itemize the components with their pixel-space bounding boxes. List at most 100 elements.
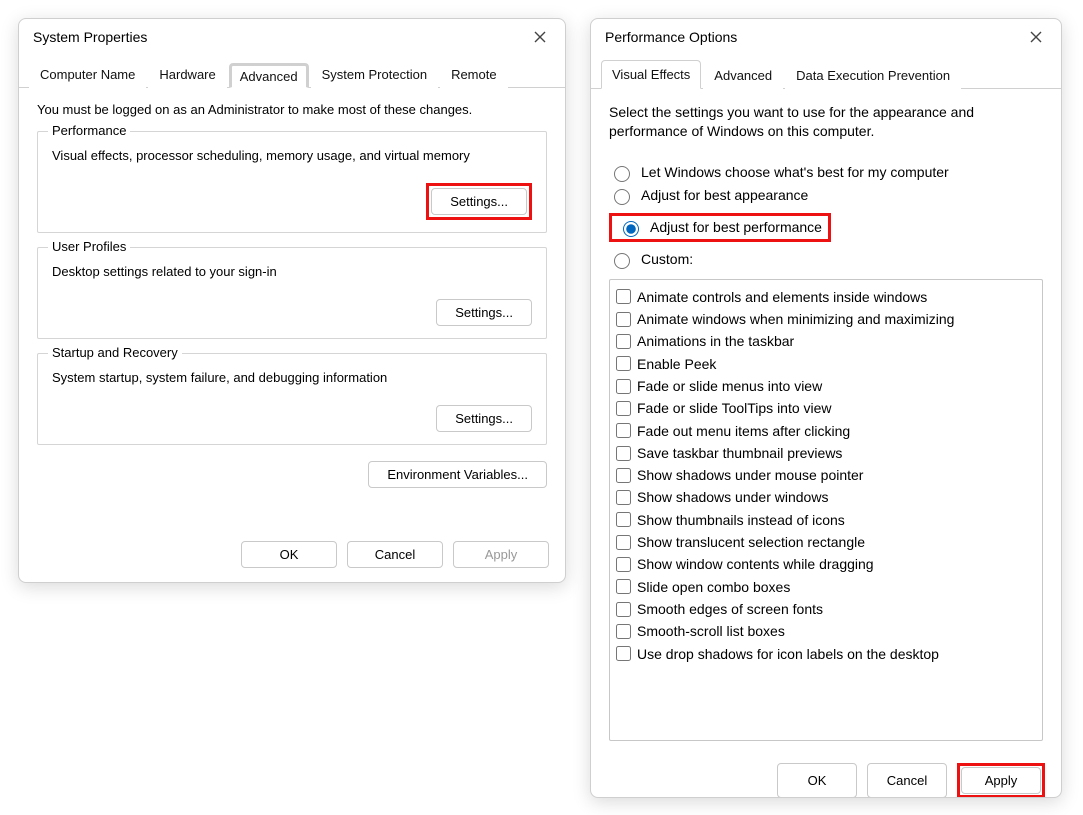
check-label: Fade or slide menus into view xyxy=(637,376,822,396)
radio-label: Adjust for best appearance xyxy=(641,187,808,203)
profiles-settings-button[interactable]: Settings... xyxy=(436,299,532,326)
checkbox-input[interactable] xyxy=(616,334,631,349)
po-cancel-button[interactable]: Cancel xyxy=(867,763,947,798)
check-label: Show window contents while dragging xyxy=(637,554,874,574)
checkbox-input[interactable] xyxy=(616,535,631,550)
check-option[interactable]: Animate windows when minimizing and maxi… xyxy=(616,308,1036,330)
radio-label: Adjust for best performance xyxy=(650,219,822,235)
check-label: Show shadows under windows xyxy=(637,487,828,507)
sp-content: You must be logged on as an Administrato… xyxy=(19,88,565,529)
radio-input[interactable] xyxy=(614,166,630,182)
check-option[interactable]: Enable Peek xyxy=(616,353,1036,375)
checkbox-input[interactable] xyxy=(616,356,631,371)
radio-option[interactable]: Let Windows choose what's best for my co… xyxy=(609,163,1043,182)
check-option[interactable]: Save taskbar thumbnail previews xyxy=(616,442,1036,464)
check-label: Fade out menu items after clicking xyxy=(637,421,850,441)
check-label: Show translucent selection rectangle xyxy=(637,532,865,552)
checkbox-input[interactable] xyxy=(616,512,631,527)
desc-startup: System startup, system failure, and debu… xyxy=(52,370,532,387)
radio-group: Let Windows choose what's best for my co… xyxy=(609,159,1043,273)
group-user-profiles: User Profiles Desktop settings related t… xyxy=(37,247,547,339)
check-label: Animate controls and elements inside win… xyxy=(637,287,927,307)
sp-cancel-button[interactable]: Cancel xyxy=(347,541,443,568)
performance-options-dialog: Performance Options Visual Effects Advan… xyxy=(590,18,1062,798)
radio-label: Custom: xyxy=(641,251,693,267)
desc-performance: Visual effects, processor scheduling, me… xyxy=(52,148,532,165)
tab-advanced[interactable]: Advanced xyxy=(229,63,309,88)
radio-input[interactable] xyxy=(623,221,639,237)
tab-computer-name[interactable]: Computer Name xyxy=(29,60,146,88)
po-tab-row: Visual Effects Advanced Data Execution P… xyxy=(591,59,1061,89)
checkbox-input[interactable] xyxy=(616,423,631,438)
tab-po-advanced[interactable]: Advanced xyxy=(703,61,783,89)
checkbox-input[interactable] xyxy=(616,289,631,304)
check-option[interactable]: Show thumbnails instead of icons xyxy=(616,509,1036,531)
check-option[interactable]: Show translucent selection rectangle xyxy=(616,531,1036,553)
checkbox-input[interactable] xyxy=(616,468,631,483)
group-startup-recovery: Startup and Recovery System startup, sys… xyxy=(37,353,547,445)
checkbox-input[interactable] xyxy=(616,446,631,461)
performance-settings-button[interactable]: Settings... xyxy=(431,188,527,215)
radio-input[interactable] xyxy=(614,253,630,269)
sp-ok-button[interactable]: OK xyxy=(241,541,337,568)
check-label: Enable Peek xyxy=(637,354,716,374)
sp-titlebar: System Properties xyxy=(19,19,565,55)
check-label: Fade or slide ToolTips into view xyxy=(637,398,832,418)
check-option[interactable]: Slide open combo boxes xyxy=(616,576,1036,598)
legend-performance: Performance xyxy=(48,123,130,138)
checkbox-input[interactable] xyxy=(616,401,631,416)
radio-input[interactable] xyxy=(614,189,630,205)
sp-apply-button[interactable]: Apply xyxy=(453,541,549,568)
checkbox-input[interactable] xyxy=(616,646,631,661)
group-performance: Performance Visual effects, processor sc… xyxy=(37,131,547,233)
checkbox-input[interactable] xyxy=(616,557,631,572)
startup-settings-button[interactable]: Settings... xyxy=(436,405,532,432)
tab-remote[interactable]: Remote xyxy=(440,60,508,88)
checkbox-input[interactable] xyxy=(616,312,631,327)
sp-title: System Properties xyxy=(33,29,147,45)
sp-bottom-buttons: OK Cancel Apply xyxy=(19,529,565,582)
checkbox-input[interactable] xyxy=(616,602,631,617)
po-apply-button[interactable]: Apply xyxy=(961,767,1041,794)
check-option[interactable]: Fade or slide menus into view xyxy=(616,375,1036,397)
desc-profiles: Desktop settings related to your sign-in xyxy=(52,264,532,281)
legend-profiles: User Profiles xyxy=(48,239,130,254)
check-option[interactable]: Animate controls and elements inside win… xyxy=(616,286,1036,308)
po-ok-button[interactable]: OK xyxy=(777,763,857,798)
check-option[interactable]: Show shadows under mouse pointer xyxy=(616,464,1036,486)
check-option[interactable]: Use drop shadows for icon labels on the … xyxy=(616,643,1036,665)
check-option[interactable]: Fade or slide ToolTips into view xyxy=(616,397,1036,419)
sp-tab-row: Computer Name Hardware Advanced System P… xyxy=(19,59,565,88)
checkbox-input[interactable] xyxy=(616,490,631,505)
tab-dep[interactable]: Data Execution Prevention xyxy=(785,61,961,89)
tab-visual-effects[interactable]: Visual Effects xyxy=(601,60,701,89)
environment-variables-button[interactable]: Environment Variables... xyxy=(368,461,547,488)
check-label: Use drop shadows for icon labels on the … xyxy=(637,644,939,664)
radio-option[interactable]: Adjust for best performance xyxy=(609,213,831,242)
check-label: Show shadows under mouse pointer xyxy=(637,465,863,485)
radio-option[interactable]: Adjust for best appearance xyxy=(609,186,1043,205)
check-label: Show thumbnails instead of icons xyxy=(637,510,845,530)
radio-option[interactable]: Custom: xyxy=(609,250,1043,269)
check-option[interactable]: Fade out menu items after clicking xyxy=(616,420,1036,442)
checkbox-input[interactable] xyxy=(616,379,631,394)
check-option[interactable]: Smooth edges of screen fonts xyxy=(616,598,1036,620)
legend-startup: Startup and Recovery xyxy=(48,345,182,360)
check-option[interactable]: Show window contents while dragging xyxy=(616,553,1036,575)
check-label: Slide open combo boxes xyxy=(637,577,790,597)
close-icon[interactable] xyxy=(525,25,555,49)
checkbox-input[interactable] xyxy=(616,624,631,639)
check-option[interactable]: Show shadows under windows xyxy=(616,486,1036,508)
close-icon[interactable] xyxy=(1021,25,1051,49)
check-option[interactable]: Animations in the taskbar xyxy=(616,330,1036,352)
po-titlebar: Performance Options xyxy=(591,19,1061,55)
checkbox-input[interactable] xyxy=(616,579,631,594)
po-content: Select the settings you want to use for … xyxy=(591,89,1061,751)
po-intro: Select the settings you want to use for … xyxy=(609,103,1043,141)
tab-hardware[interactable]: Hardware xyxy=(148,60,226,88)
admin-note: You must be logged on as an Administrato… xyxy=(37,102,547,117)
visual-effects-list[interactable]: Animate controls and elements inside win… xyxy=(609,279,1043,741)
check-option[interactable]: Smooth-scroll list boxes xyxy=(616,620,1036,642)
po-bottom-buttons: OK Cancel Apply xyxy=(591,751,1061,798)
tab-system-protection[interactable]: System Protection xyxy=(311,60,439,88)
